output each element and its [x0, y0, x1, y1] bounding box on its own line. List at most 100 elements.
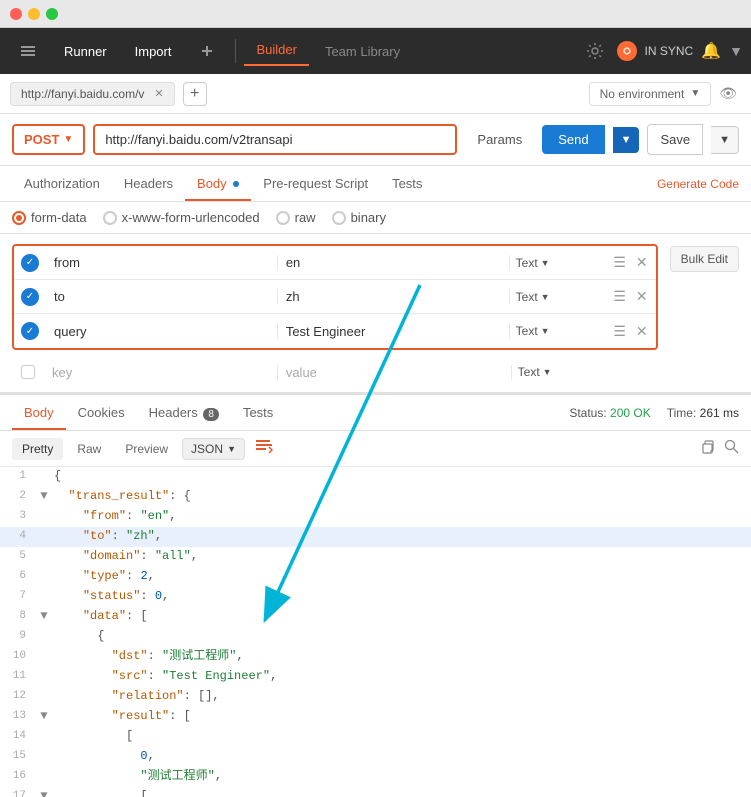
status-value: 200 OK — [610, 406, 651, 420]
code-line: 3 "from": "en", — [0, 507, 751, 527]
new-row-value[interactable]: value — [278, 365, 512, 380]
notifications-bell-icon[interactable]: 🔔 — [701, 41, 721, 61]
add-tab-button[interactable]: + — [183, 82, 207, 106]
request-section: POST ▼ Params Send ▼ Save ▼ Aut — [0, 114, 751, 393]
bulk-edit-button[interactable]: Bulk Edit — [670, 246, 739, 272]
url-tab[interactable]: http://fanyi.baidu.com/v ✕ — [10, 82, 175, 106]
team-library-button[interactable]: Team Library — [313, 36, 412, 66]
env-selector: No environment ▼ 👁 — [589, 81, 741, 106]
search-response-button[interactable] — [724, 439, 739, 458]
save-button[interactable]: Save — [647, 124, 703, 155]
row3-type[interactable]: Text ▼ — [510, 324, 600, 338]
pretty-view-button[interactable]: Pretty — [12, 438, 63, 460]
row1-actions: ☰ ✕ — [600, 252, 656, 273]
code-line: 5 "domain": "all", — [0, 547, 751, 567]
code-line: 17 ▼ [ — [0, 787, 751, 797]
method-dropdown[interactable]: POST ▼ — [12, 124, 85, 155]
close-button[interactable] — [10, 8, 22, 20]
body-dot — [233, 181, 239, 187]
env-eye-icon[interactable]: 👁 — [715, 81, 741, 106]
code-line: 13 ▼ "result": [ — [0, 707, 751, 727]
row2-type[interactable]: Text ▼ — [510, 290, 600, 304]
row1-delete-icon[interactable]: ✕ — [634, 252, 650, 273]
tab-pre-request-script[interactable]: Pre-request Script — [251, 168, 380, 201]
resp-tab-cookies[interactable]: Cookies — [66, 397, 137, 430]
row1-value[interactable]: en — [278, 255, 510, 270]
generate-code-button[interactable]: Generate Code — [657, 177, 739, 191]
row1-key[interactable]: from — [46, 255, 278, 270]
builder-button[interactable]: Builder — [244, 36, 308, 66]
row3-check-icon: ✓ — [21, 322, 39, 340]
row3-value[interactable]: Test Engineer — [278, 324, 510, 339]
new-form-row: key value Text ▼ — [12, 356, 658, 388]
row1-type[interactable]: Text ▼ — [510, 256, 600, 270]
row2-key[interactable]: to — [46, 289, 278, 304]
sidebar-toggle-button[interactable] — [8, 36, 48, 66]
code-line: 2 ▼ "trans_result": { — [0, 487, 751, 507]
raw-radio-circle — [276, 211, 290, 225]
new-tab-button[interactable] — [187, 36, 227, 66]
tab-authorization[interactable]: Authorization — [12, 168, 112, 201]
form-row: ✓ query Test Engineer Text ▼ — [14, 314, 656, 348]
toolbar-divider — [235, 39, 236, 63]
raw-view-button[interactable]: Raw — [67, 438, 111, 460]
row3-key[interactable]: query — [46, 324, 278, 339]
toolbar-expand-icon[interactable]: ▼ — [729, 43, 743, 59]
binary-radio-circle — [332, 211, 346, 225]
resp-tab-tests[interactable]: Tests — [231, 397, 285, 430]
wrap-lines-button[interactable] — [249, 437, 279, 460]
url-input[interactable] — [93, 124, 457, 155]
code-line: 16 "测试工程师", — [0, 767, 751, 787]
row1-checkbox[interactable]: ✓ — [14, 254, 46, 272]
import-button[interactable]: Import — [123, 36, 184, 66]
row2-checkbox[interactable]: ✓ — [14, 288, 46, 306]
row2-menu-icon[interactable]: ☰ — [611, 286, 628, 307]
sync-label: IN SYNC — [645, 44, 694, 58]
raw-radio[interactable]: raw — [276, 210, 316, 225]
resp-tab-body[interactable]: Body — [12, 397, 66, 430]
code-line: 1 { — [0, 467, 751, 487]
code-line: 9 { — [0, 627, 751, 647]
send-button[interactable]: Send — [542, 125, 604, 154]
row1-type-chevron-icon: ▼ — [541, 258, 550, 268]
params-button[interactable]: Params — [465, 126, 534, 153]
runner-button[interactable]: Runner — [52, 36, 119, 66]
code-line: 12 "relation": [], — [0, 687, 751, 707]
main-toolbar: Runner Import Builder Team Library IN SY… — [0, 28, 751, 74]
code-view[interactable]: 1 { 2 ▼ "trans_result": { 3 "from": "en"… — [0, 467, 751, 797]
resp-tab-headers[interactable]: Headers 8 — [137, 397, 231, 430]
settings-icon[interactable] — [581, 37, 609, 65]
tab-body[interactable]: Body — [185, 168, 251, 201]
new-row-type[interactable]: Text ▼ — [512, 365, 602, 379]
method-chevron-icon: ▼ — [63, 134, 73, 145]
form-data-table: ✓ from en Text ▼ — [12, 244, 658, 350]
code-line: 4 "to": "zh", — [0, 527, 751, 547]
form-data-radio[interactable]: form-data — [12, 210, 87, 225]
form-row: ✓ to zh Text ▼ — [14, 280, 656, 314]
save-dropdown-button[interactable]: ▼ — [711, 126, 739, 154]
tab-close-icon[interactable]: ✕ — [154, 87, 163, 100]
response-toolbar: Pretty Raw Preview JSON ▼ — [0, 431, 751, 467]
code-line: 7 "status": 0, — [0, 587, 751, 607]
format-selector[interactable]: JSON ▼ — [182, 438, 245, 460]
minimize-button[interactable] — [28, 8, 40, 20]
new-row-key[interactable]: key — [44, 365, 278, 380]
env-dropdown[interactable]: No environment ▼ — [589, 82, 712, 106]
row1-menu-icon[interactable]: ☰ — [611, 252, 628, 273]
row2-check-icon: ✓ — [21, 288, 39, 306]
urlencoded-radio[interactable]: x-www-form-urlencoded — [103, 210, 260, 225]
tab-headers[interactable]: Headers — [112, 168, 185, 201]
maximize-button[interactable] — [46, 8, 58, 20]
row2-value[interactable]: zh — [278, 289, 510, 304]
tab-tests[interactable]: Tests — [380, 168, 434, 201]
binary-radio[interactable]: binary — [332, 210, 386, 225]
row3-delete-icon[interactable]: ✕ — [634, 321, 650, 342]
row2-delete-icon[interactable]: ✕ — [634, 286, 650, 307]
row3-menu-icon[interactable]: ☰ — [611, 321, 628, 342]
send-dropdown-button[interactable]: ▼ — [613, 127, 640, 153]
row3-checkbox[interactable]: ✓ — [14, 322, 46, 340]
copy-response-button[interactable] — [700, 439, 716, 459]
form-row: ✓ from en Text ▼ — [14, 246, 656, 280]
title-bar — [0, 0, 751, 28]
preview-view-button[interactable]: Preview — [115, 438, 178, 460]
